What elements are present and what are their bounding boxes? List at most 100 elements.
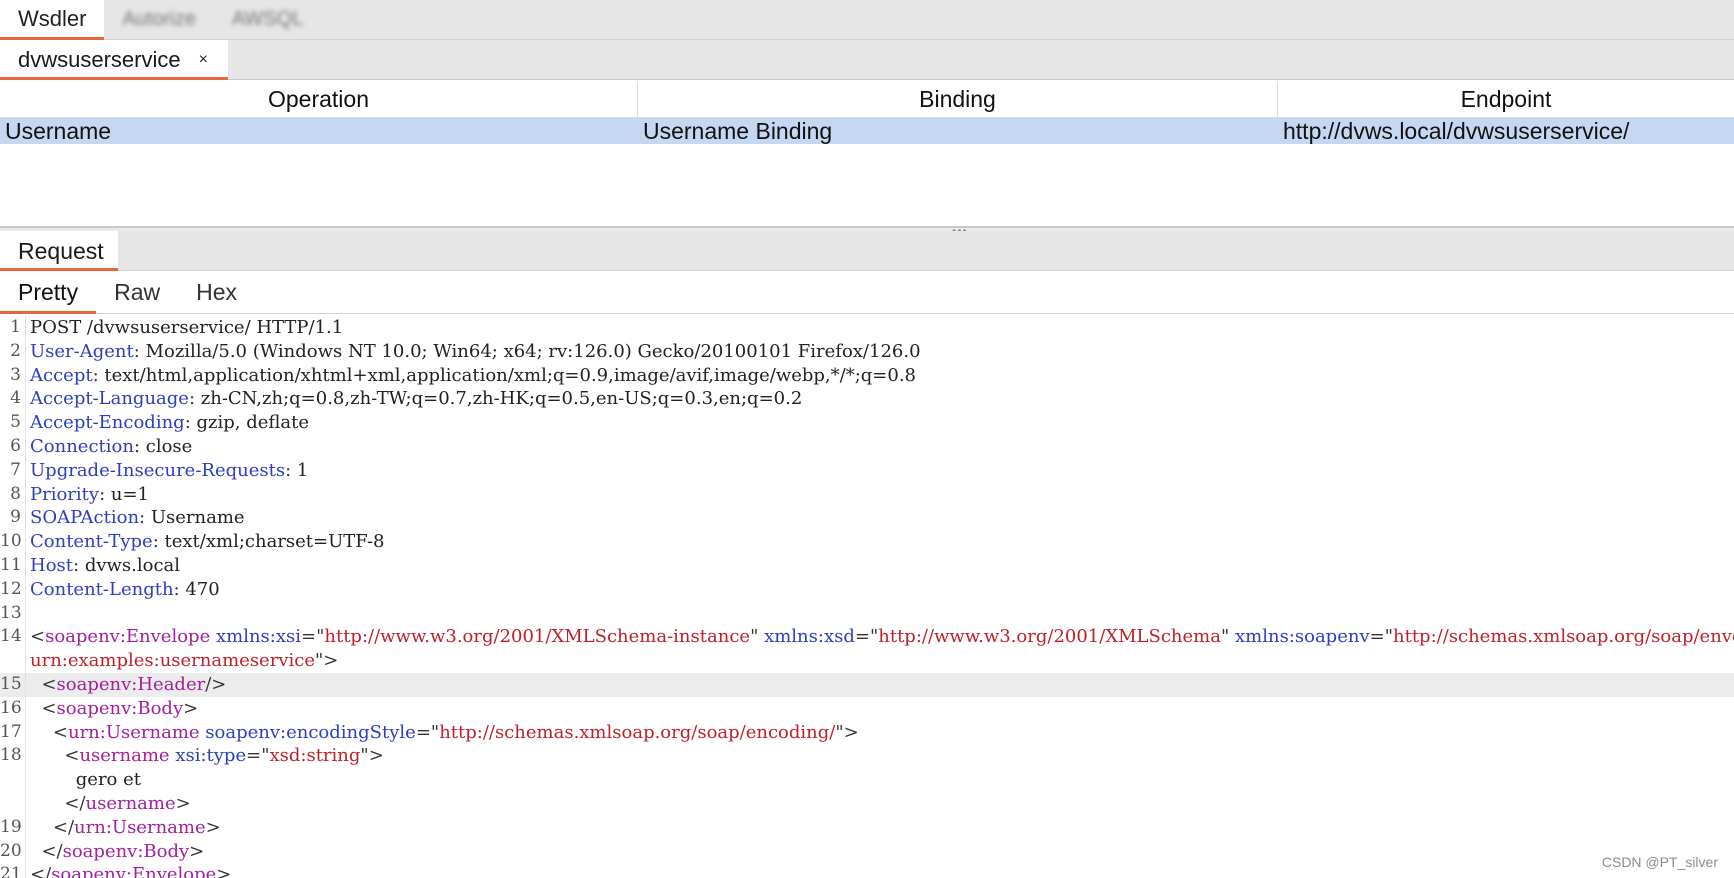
header-name: SOAPAction: [30, 507, 140, 529]
xml-attr: xsi:type: [175, 745, 247, 767]
line-number: 4: [0, 387, 26, 412]
code-line: 4 Accept-Language: zh-CN,zh;q=0.8,zh-TW;…: [0, 387, 1734, 412]
xml-tag: soapenv:Body: [56, 697, 184, 719]
line-number: 2: [0, 339, 26, 364]
line-number: 10: [0, 530, 26, 554]
header-value: dvws.local: [79, 554, 181, 576]
xml-tag: username: [79, 745, 170, 767]
xml-tag: soapenv:Envelope: [45, 626, 211, 648]
line-number: 11: [0, 553, 26, 578]
code-line: </username>: [0, 791, 1734, 816]
tab-pretty[interactable]: Pretty: [0, 271, 97, 314]
xml-value: http://schemas.xmlsoap.org/soap/envelope…: [1393, 626, 1734, 648]
header-name: Priority: [30, 483, 100, 505]
cell-binding: Username Binding: [643, 118, 833, 144]
tab-wsdler[interactable]: Wsdler: [0, 0, 105, 40]
header-name: Accept: [30, 364, 93, 386]
service-tab-label: dvwsuserservice: [18, 47, 181, 72]
cell-operation: Username: [5, 118, 112, 144]
header-value: Mozilla/5.0 (Windows NT 10.0; Win64; x64…: [139, 340, 921, 362]
code-line: 15 <soapenv:Header/>: [0, 672, 1734, 697]
header-name: Host: [30, 554, 74, 576]
code-line: 16 <soapenv:Body>: [0, 696, 199, 721]
tab-hex[interactable]: Hex: [178, 271, 255, 313]
code-line: 8 Priority: u=1: [0, 482, 1734, 507]
line-number: 12: [0, 577, 26, 602]
column-header-operation[interactable]: Operation: [0, 81, 638, 117]
code-line: 19 </urn:Username>: [0, 815, 221, 840]
xml-attr: xmlns:xsd: [764, 626, 855, 648]
request-line: POST /dvwsuserservice/ HTTP/1.1: [30, 317, 344, 338]
line-number: 17: [0, 720, 26, 745]
line-number: 13: [0, 601, 26, 626]
header-name: Content-Length: [30, 578, 174, 600]
xml-attr: soapenv:encodingStyle: [205, 721, 416, 743]
header-value: 470: [179, 578, 220, 600]
tab-extension-3[interactable]: AWSQL: [214, 0, 322, 39]
tab-raw[interactable]: Raw: [96, 271, 178, 313]
line-number: 20: [0, 839, 26, 864]
code-line: 6 Connection: close: [0, 434, 1734, 459]
line-number: 9: [0, 506, 26, 531]
header-name: User-Agent: [30, 340, 134, 362]
line-number: [0, 649, 26, 673]
header-name: Accept-Language: [30, 388, 189, 410]
code-line: 2 User-Agent: Mozilla/5.0 (Windows NT 10…: [0, 339, 1734, 364]
tab-request[interactable]: Request: [0, 231, 118, 271]
header-name: Content-Type: [30, 531, 153, 553]
header-value: text/xml;charset=UTF-8: [158, 531, 385, 553]
column-header-endpoint[interactable]: Endpoint: [1278, 81, 1734, 117]
xml-tag: soapenv:Envelope: [51, 864, 217, 878]
xml-attr: xmlns:soapenv: [1235, 626, 1370, 648]
xml-value: http://www.w3.org/2001/XMLSchema-instanc…: [324, 626, 751, 648]
line-number: 18: [0, 744, 26, 769]
code-line: 14 <soapenv:Envelope xmlns:xsi="http://w…: [0, 625, 1734, 650]
operations-table: Operation Binding Endpoint Username User…: [0, 81, 1734, 227]
xml-value: urn:examples:usernameservice: [30, 650, 315, 672]
cell-endpoint: http://dvws.local/dvwsuserservice/: [1283, 118, 1630, 144]
header-name: Upgrade-Insecure-Requests: [30, 459, 286, 481]
extension-tab-bar: Wsdler Autorize AWSQL: [0, 0, 1734, 40]
line-number: 6: [0, 434, 26, 459]
xml-tag: urn:Username: [74, 816, 206, 838]
code-line: 17 <urn:Username soapenv:encodingStyle="…: [0, 720, 859, 745]
line-number: 15: [0, 672, 26, 697]
table-header: Operation Binding Endpoint: [0, 81, 1734, 118]
tab-extension-2[interactable]: Autorize: [104, 0, 213, 39]
xml-tag: urn:Username: [67, 721, 200, 743]
request-tab-bar: Request: [0, 231, 1734, 271]
close-icon[interactable]: ×: [199, 52, 208, 68]
code-line: 11 Host: dvws.local: [0, 553, 181, 578]
code-line: 5 Accept-Encoding: gzip, deflate: [0, 411, 1734, 435]
watermark: CSDN @PT_silver: [1601, 854, 1718, 870]
line-number: 16: [0, 696, 26, 721]
column-header-binding[interactable]: Binding: [638, 81, 1278, 117]
view-mode-tabs: Pretty Raw Hex: [0, 271, 1734, 314]
username-value[interactable]: gero et: [76, 769, 141, 790]
tab-dvwsuserservice[interactable]: dvwsuserservice ×: [0, 40, 228, 80]
header-value: close: [140, 435, 193, 457]
header-value: Username: [145, 507, 245, 529]
code-line: 20 </soapenv:Body>: [0, 839, 205, 864]
code-line: 13: [0, 601, 1734, 626]
line-number: [0, 768, 26, 792]
header-value: gzip, deflate: [190, 412, 310, 434]
table-row[interactable]: Username Username Binding http://dvws.lo…: [0, 118, 1734, 144]
line-number: 7: [0, 458, 26, 483]
line-number: 19: [0, 815, 26, 840]
code-line: 10 Content-Type: text/xml;charset=UTF-8: [0, 530, 385, 554]
header-value: zh-CN,zh;q=0.8,zh-TW;q=0.7,zh-HK;q=0.5,e…: [195, 388, 803, 410]
line-number: 3: [0, 363, 26, 388]
code-line: urn:examples:usernameservice">: [0, 649, 1734, 673]
line-number: 21: [0, 863, 26, 878]
xml-value: http://schemas.xmlsoap.org/soap/encoding…: [439, 721, 836, 743]
code-line: 9 SOAPAction: Username: [0, 506, 1734, 531]
burp-wsdler-window: Wsdler Autorize AWSQL dvwsuserservice × …: [0, 0, 1734, 878]
code-line: gero et: [0, 768, 1734, 792]
code-line: 3 Accept: text/html,application/xhtml+xm…: [0, 363, 1734, 388]
request-editor[interactable]: 1 POST /dvwsuserservice/ HTTP/1.1 2 User…: [0, 316, 1734, 878]
header-value: u=1: [105, 483, 150, 505]
service-tab-bar: dvwsuserservice ×: [0, 40, 1734, 80]
xml-attr: xmlns:xsi: [215, 626, 301, 648]
line-number: 8: [0, 482, 26, 507]
